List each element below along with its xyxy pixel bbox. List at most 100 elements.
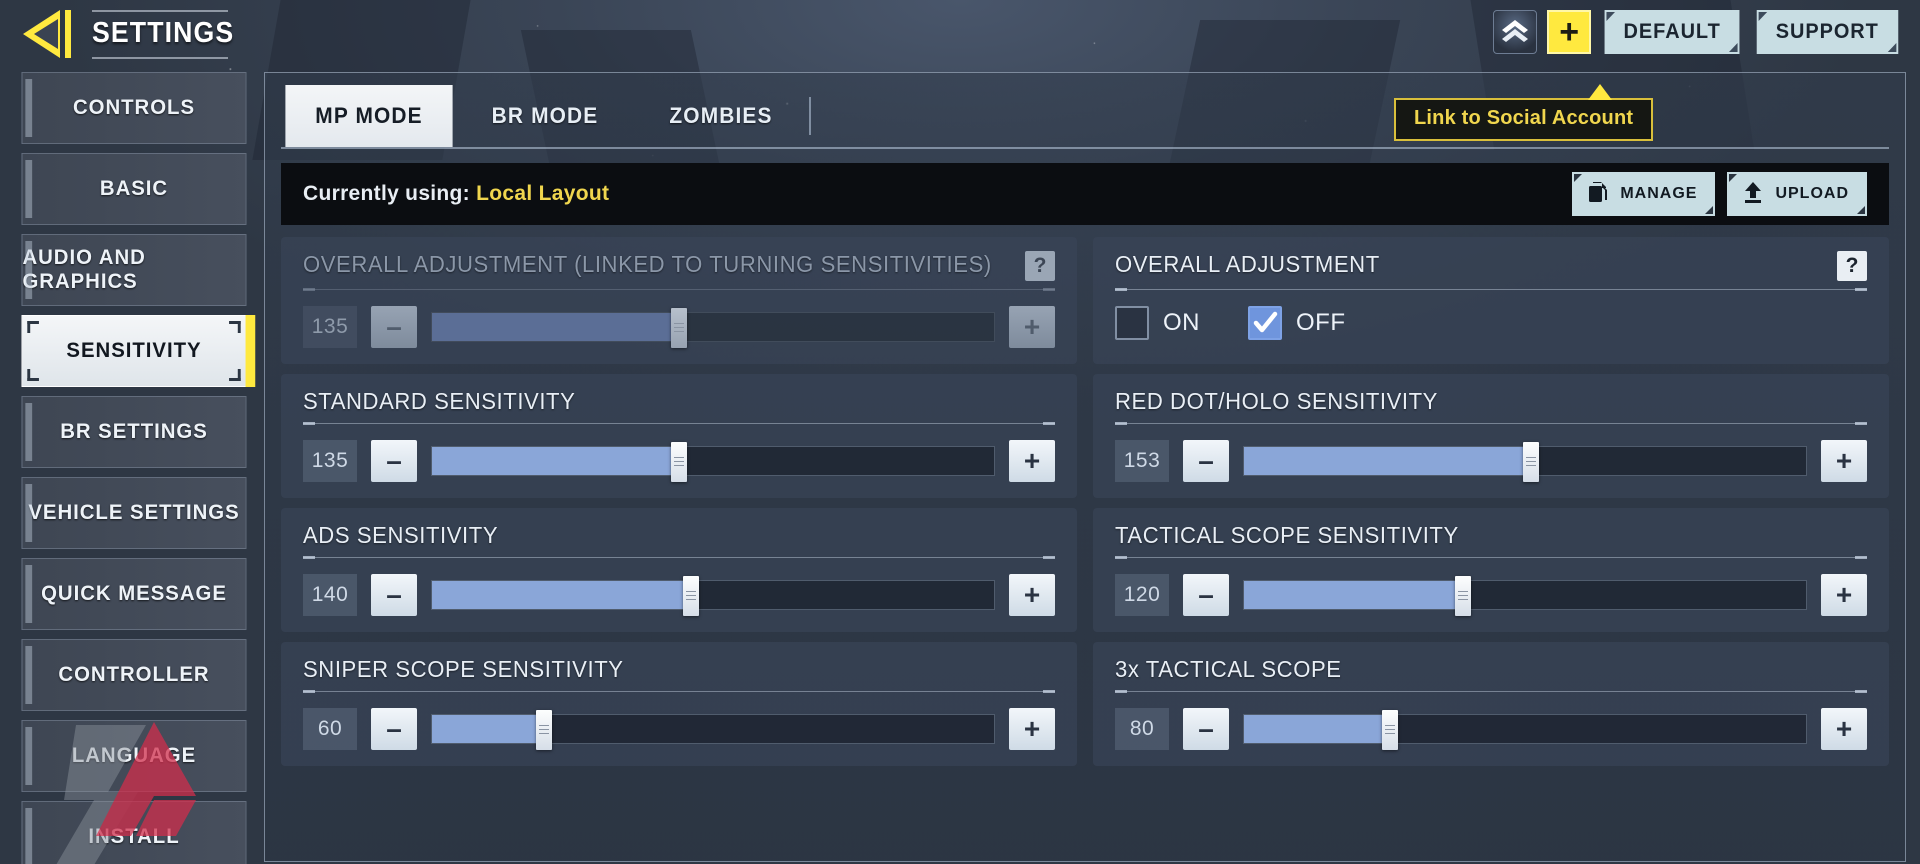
setting-card-3x-tactical-scope: 3x TACTICAL SCOPE 80– + [1093,642,1889,766]
sidebar-item-controls[interactable]: CONTROLS [21,72,247,144]
sidebar-item-label: INSTALL [88,825,180,848]
slider-track[interactable] [431,710,995,750]
sidebar-item-basic[interactable]: BASIC [21,153,247,225]
slider-track[interactable] [431,576,995,616]
decrement-button[interactable]: – [371,574,417,616]
help-icon[interactable]: ? [1025,251,1055,281]
slider-track[interactable] [431,442,995,482]
card-title: OVERALL ADJUSTMENT [1115,251,1380,277]
card-header: RED DOT/HOLO SENSITIVITY [1115,388,1867,415]
add-account-button[interactable]: + [1547,10,1592,54]
checkbox-unchecked-icon[interactable] [1115,306,1149,340]
slider-knob[interactable] [1382,710,1399,750]
checkbox-option-off[interactable]: OFF [1248,306,1346,340]
default-button[interactable]: DEFAULT [1604,10,1740,54]
knob-grip-line [685,591,696,592]
slider-track[interactable] [1243,576,1807,616]
decrement-button[interactable]: – [1183,574,1229,616]
slider-knob[interactable] [1455,576,1472,616]
checkbox-option-on[interactable]: ON [1115,306,1200,340]
tab-mp-mode[interactable]: MP MODE [285,85,453,147]
sidebar-item-label: AUDIO AND GRAPHICS [22,246,146,293]
card-divider [303,288,1055,291]
knob-grip-line [674,461,685,462]
slider-row: 60– + [303,708,1055,750]
increment-button[interactable]: + [1009,306,1055,348]
sidebar-item-audio-and-graphics[interactable]: AUDIO AND GRAPHICS [21,234,247,306]
sidebar-item-vehicle-settings[interactable]: VEHICLE SETTINGS [21,477,247,549]
sidebar-item-sensitivity[interactable]: SENSITIVITY [21,315,256,387]
knob-grip-line [1385,725,1396,726]
slider-knob[interactable] [682,576,699,616]
card-title: SNIPER SCOPE SENSITIVITY [303,656,624,682]
card-header: STANDARD SENSITIVITY [303,388,1055,415]
slider-knob[interactable] [671,308,688,348]
card-title: RED DOT/HOLO SENSITIVITY [1115,388,1438,414]
knob-grip-line [1458,599,1469,600]
card-divider [1115,690,1867,693]
documents-icon [1586,180,1610,209]
card-header: OVERALL ADJUSTMENT? [1115,251,1867,281]
sidebar-item-controller[interactable]: CONTROLLER [21,639,247,711]
slider-knob[interactable] [536,710,553,750]
decrement-button[interactable]: – [371,306,417,348]
tab-label: MP MODE [315,103,423,128]
sidebar-item-label: SENSITIVITY [66,339,202,362]
sidebar-item-label: CONTROLLER [58,663,210,686]
setting-card-ads-sensitivity: ADS SENSITIVITY 140– + [281,508,1077,632]
decrement-button[interactable]: – [1183,440,1229,482]
slider-track[interactable] [1243,710,1807,750]
knob-grip-line [674,327,685,328]
main-panel: MP MODE BR MODE ZOMBIES Currently using: L… [264,72,1906,862]
card-header: TACTICAL SCOPE SENSITIVITY [1115,522,1867,549]
layout-actions: MANAGE UPLOAD [1572,172,1867,216]
slider-value: 80 [1115,708,1169,750]
selection-corner-icon [27,369,39,381]
setting-card-standard-sensitivity: STANDARD SENSITIVITY 135– + [281,374,1077,498]
knob-grip-line [1525,461,1536,462]
slider-track[interactable] [1243,442,1807,482]
tab-label: ZOMBIES [669,103,773,128]
page-title-block: SETTINGS [92,4,292,62]
tab-zombies[interactable]: ZOMBIES [637,85,804,147]
card-divider [1115,422,1867,425]
help-icon[interactable]: ? [1837,251,1867,281]
decrement-button[interactable]: – [1183,708,1229,750]
slider-knob[interactable] [1522,442,1539,482]
card-divider [1115,288,1867,291]
increment-button[interactable]: + [1821,708,1867,750]
sidebar-item-label: LANGUAGE [71,744,197,767]
sidebar-item-language[interactable]: LANGUAGE [21,720,247,792]
settings-grid: OVERALL ADJUSTMENT (LINKED TO TURNING SE… [281,237,1889,766]
slider-knob[interactable] [671,442,688,482]
sidebar-item-quick-message[interactable]: QUICK MESSAGE [21,558,247,630]
increment-button[interactable]: + [1009,574,1055,616]
title-rule-bottom [92,57,228,59]
card-header: 3x TACTICAL SCOPE [1115,656,1867,683]
card-title: TACTICAL SCOPE SENSITIVITY [1115,522,1459,548]
manage-label: MANAGE [1620,185,1698,202]
manage-button[interactable]: MANAGE [1572,172,1716,216]
sidebar-item-install[interactable]: INSTALL [21,801,247,864]
checkbox-checked-icon[interactable] [1248,306,1282,340]
card-divider [303,556,1055,559]
slider-row: 153– + [1115,440,1867,482]
knob-grip-line [674,465,685,466]
sidebar-item-br-settings[interactable]: BR SETTINGS [21,396,247,468]
tab-br-mode[interactable]: BR MODE [461,85,628,147]
upload-button[interactable]: UPLOAD [1727,172,1867,216]
slider-fill [1244,581,1464,609]
increment-button[interactable]: + [1821,574,1867,616]
back-arrow-icon[interactable] [20,6,84,62]
increment-button[interactable]: + [1009,708,1055,750]
decrement-button[interactable]: – [371,440,417,482]
slider-track[interactable] [431,308,995,348]
rank-chevron-icon[interactable] [1493,10,1538,54]
knob-grip-line [1458,591,1469,592]
card-header: OVERALL ADJUSTMENT (LINKED TO TURNING SE… [303,251,1055,281]
decrement-button[interactable]: – [371,708,417,750]
card-divider [1115,556,1867,559]
increment-button[interactable]: + [1821,440,1867,482]
support-button[interactable]: SUPPORT [1757,10,1899,54]
increment-button[interactable]: + [1009,440,1055,482]
